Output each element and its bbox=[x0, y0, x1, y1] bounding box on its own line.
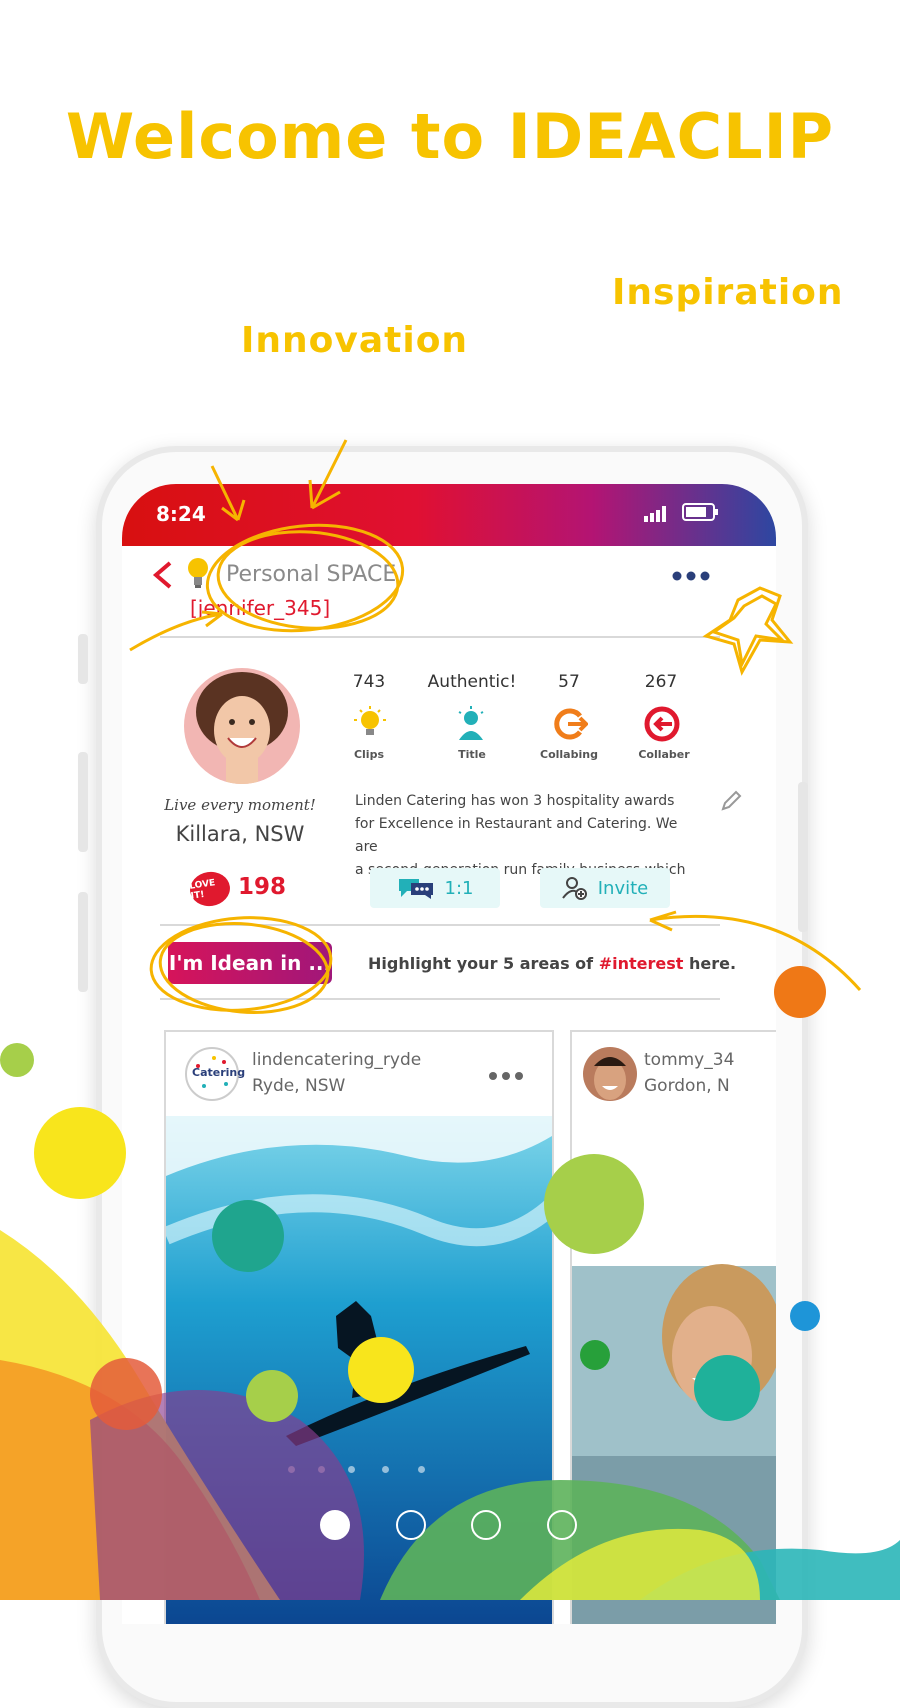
more-horizontal-icon[interactable] bbox=[488, 1070, 524, 1082]
page-indicator-active[interactable] bbox=[320, 1510, 350, 1540]
phone-screen: 8:24 Personal SPACE [jennifer_345] 743 A… bbox=[122, 484, 776, 1624]
stat-collabing-label: Collabing bbox=[540, 748, 598, 761]
edit-pencil-icon[interactable] bbox=[720, 790, 742, 812]
invite-label: Invite bbox=[597, 877, 649, 899]
love-it-badge[interactable]: LOVE IT! bbox=[187, 869, 233, 909]
page-indicator[interactable] bbox=[471, 1510, 501, 1540]
stat-title-label: Title bbox=[458, 748, 486, 761]
app-bar: Personal SPACE [jennifer_345] bbox=[122, 546, 776, 636]
likes-count: 198 bbox=[238, 874, 287, 900]
phone-side-button bbox=[78, 752, 88, 852]
carousel-dot[interactable] bbox=[348, 1466, 355, 1473]
stat-clips-label: Clips bbox=[353, 748, 385, 761]
signal-icon bbox=[644, 506, 666, 522]
stat-collaber-label: Collaber bbox=[638, 748, 690, 761]
chevron-left-icon[interactable] bbox=[150, 560, 176, 590]
tagline-inspiration: Inspiration bbox=[612, 272, 844, 313]
stat-collabing-value: 57 bbox=[558, 672, 580, 692]
username-label: [jennifer_345] bbox=[190, 596, 331, 620]
stat-collaber-value: 267 bbox=[644, 672, 678, 692]
carousel-dot[interactable] bbox=[418, 1466, 425, 1473]
chat-bubbles-icon bbox=[398, 879, 433, 899]
bio-line: for Excellence in Restaurant and Caterin… bbox=[355, 816, 678, 855]
post-location: Gordon, N bbox=[644, 1076, 730, 1096]
avatar bbox=[184, 668, 300, 784]
interest-hint-suffix: here. bbox=[683, 954, 737, 973]
stat-clips-value: 743 bbox=[352, 672, 386, 692]
post-card[interactable]: tommy_34 Gordon, N bbox=[570, 1030, 776, 1624]
page-title: Personal SPACE bbox=[226, 562, 397, 587]
more-horizontal-icon[interactable] bbox=[672, 570, 710, 582]
interest-hint-prefix: Highlight your 5 areas of bbox=[368, 954, 599, 973]
catering-avatar-text: Catering bbox=[192, 1066, 246, 1079]
carousel-dot[interactable] bbox=[382, 1466, 389, 1473]
welcome-headline: Welcome to IDEACLIP bbox=[65, 100, 835, 173]
idean-in-label: I'm Idean in ... bbox=[168, 951, 332, 975]
interest-hashtag[interactable]: #interest bbox=[599, 954, 684, 973]
phone-side-button bbox=[78, 892, 88, 992]
tagline-innovation: Innovation bbox=[241, 320, 469, 361]
person-icon bbox=[458, 706, 484, 740]
bio-line: Linden Catering has won 3 hospitality aw… bbox=[355, 793, 675, 809]
divider bbox=[160, 998, 720, 1000]
stat-title-value: Authentic! bbox=[427, 672, 517, 692]
chat-1to1-button[interactable]: 1:1 bbox=[370, 868, 500, 908]
interest-hint: Highlight your 5 areas of #interest here… bbox=[368, 954, 736, 973]
lightbulb-icon bbox=[188, 558, 208, 588]
add-user-icon bbox=[561, 877, 587, 900]
post-username[interactable]: lindencatering_ryde bbox=[252, 1050, 421, 1070]
divider bbox=[160, 636, 720, 638]
profile-motto: Live every moment! bbox=[164, 796, 316, 814]
battery-icon bbox=[682, 503, 718, 521]
page-indicator[interactable] bbox=[547, 1510, 577, 1540]
invite-button[interactable]: Invite bbox=[540, 868, 670, 908]
user-avatar bbox=[583, 1047, 637, 1101]
chat-label: 1:1 bbox=[444, 877, 474, 899]
status-bar: 8:24 bbox=[122, 484, 776, 546]
idean-in-button[interactable]: I'm Idean in ... bbox=[168, 942, 332, 984]
phone-side-button bbox=[798, 782, 808, 932]
divider bbox=[160, 924, 720, 926]
profile-location: Killara, NSW bbox=[175, 822, 305, 846]
love-it-label: LOVE IT! bbox=[188, 878, 216, 902]
woman-photo bbox=[572, 1116, 776, 1624]
status-time: 8:24 bbox=[156, 502, 206, 526]
collab-out-icon bbox=[554, 708, 588, 740]
collab-in-icon bbox=[644, 706, 680, 742]
page-indicator[interactable] bbox=[396, 1510, 426, 1540]
carousel-dot[interactable] bbox=[318, 1466, 325, 1473]
post-location: Ryde, NSW bbox=[252, 1076, 346, 1096]
surf-photo bbox=[166, 1116, 552, 1624]
carousel-dot[interactable] bbox=[288, 1466, 295, 1473]
lightbulb-icon bbox=[354, 706, 386, 735]
post-username[interactable]: tommy_34 bbox=[644, 1050, 734, 1070]
phone-side-button bbox=[78, 634, 88, 684]
